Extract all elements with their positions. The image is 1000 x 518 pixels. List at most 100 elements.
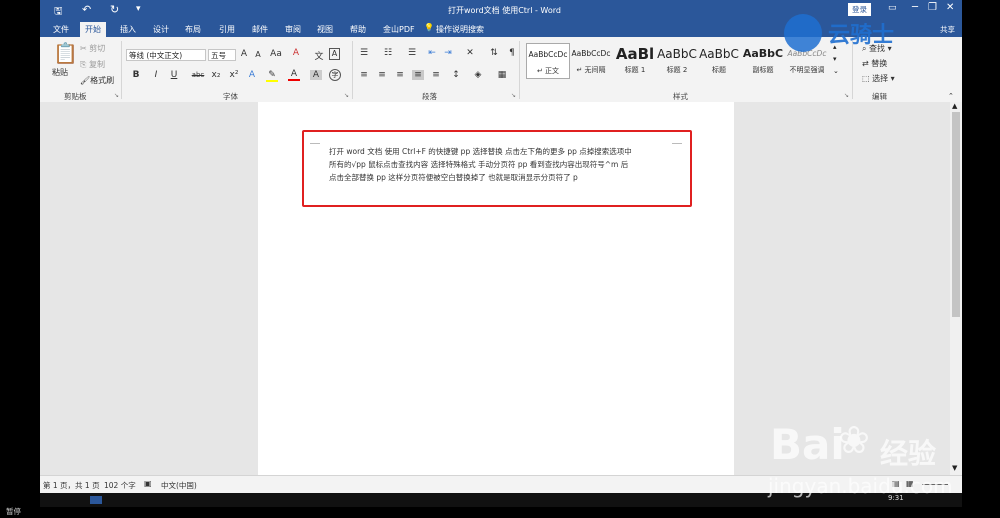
phonetic-guide-icon[interactable]: 文 (313, 49, 325, 62)
text-effects-icon[interactable]: A (246, 70, 258, 80)
scroll-thumb[interactable] (952, 112, 960, 317)
multilevel-list-icon[interactable]: ☰ (406, 48, 418, 58)
grow-font-icon[interactable]: A (238, 49, 250, 59)
chinese-layout-icon[interactable]: ✕ (464, 48, 476, 58)
language[interactable]: 中文(中国) (161, 480, 197, 491)
select-icon: ⬚ (862, 74, 870, 83)
clear-format-icon[interactable]: A (290, 48, 302, 58)
pause-label[interactable]: 暂停 (6, 506, 21, 517)
tab-home[interactable]: 开始 (80, 22, 106, 37)
font-size-dropdown[interactable]: 五号 (208, 49, 236, 61)
change-case-icon[interactable]: Aa (268, 49, 284, 59)
italic-button[interactable]: I (150, 70, 162, 80)
numbering-icon[interactable]: ☷ (382, 48, 394, 58)
tell-me-search[interactable]: 操作说明搜索 (436, 24, 484, 35)
cut-button[interactable]: ✂ 剪切 (80, 43, 105, 54)
word-count[interactable]: 102 个字 (104, 480, 136, 491)
style-name: 标题 1 (624, 66, 646, 74)
underline-button[interactable]: U (168, 70, 180, 80)
style-heading-1[interactable]: AaBl 标题 1 (614, 43, 656, 77)
separator (352, 41, 353, 99)
login-button[interactable]: 登录 (848, 3, 871, 16)
decrease-indent-icon[interactable]: ⇤ (426, 48, 438, 58)
scroll-down-icon[interactable]: ▼ (952, 464, 957, 472)
shrink-font-icon[interactable]: A (252, 50, 264, 59)
shading-icon[interactable]: ◈ (472, 70, 484, 80)
style-heading-2[interactable]: AaBbC 标题 2 (656, 43, 698, 77)
replace-button[interactable]: ⇄ 替换 (862, 58, 887, 69)
char-shading-icon[interactable]: A (310, 70, 322, 80)
style-no-spacing[interactable]: AaBbCcDc ↵ 无间隔 (570, 43, 612, 77)
taskbar-app-icon[interactable] (90, 496, 102, 504)
collapse-ribbon-icon[interactable]: ⌃ (948, 92, 954, 100)
paste-button[interactable]: 粘贴 (52, 67, 68, 78)
tab-mailings[interactable]: 邮件 (247, 22, 273, 37)
tab-review[interactable]: 审阅 (280, 22, 306, 37)
separator (519, 41, 520, 99)
style-normal[interactable]: AaBbCcDc ↵ 正文 (526, 43, 570, 79)
vertical-scrollbar[interactable]: ▲ ▼ (950, 102, 962, 475)
tab-insert[interactable]: 插入 (115, 22, 141, 37)
paste-icon[interactable]: 📋 (53, 41, 78, 65)
select-button[interactable]: ⬚ 选择 ▾ (862, 73, 895, 84)
tab-layout[interactable]: 布局 (180, 22, 206, 37)
line-spacing-icon[interactable]: ↕ (450, 70, 462, 80)
jingyan-url: jingyan.baidu.com (768, 474, 953, 498)
close-icon[interactable]: ✕ (946, 2, 954, 13)
page-count[interactable]: 第 1 页，共 1 页 (43, 480, 100, 491)
borders-icon[interactable]: ▦ (496, 70, 508, 80)
highlight-icon[interactable]: ✎ (266, 70, 278, 82)
tab-help[interactable]: 帮助 (345, 22, 371, 37)
show-marks-icon[interactable]: ¶ (506, 48, 518, 58)
baidu-logo-text: Bai (770, 420, 845, 469)
styles-more-icon[interactable]: ⌄ (833, 67, 839, 75)
bullets-icon[interactable]: ☰ (358, 48, 370, 58)
tab-file[interactable]: 文件 (48, 22, 74, 37)
distribute-icon[interactable]: ≡ (430, 70, 442, 80)
subscript-button[interactable]: x₂ (210, 70, 222, 80)
paragraph-launcher-icon[interactable]: ↘ (511, 92, 516, 99)
style-title[interactable]: AaBbC 标题 (698, 43, 740, 77)
font-launcher-icon[interactable]: ↘ (344, 92, 349, 99)
clipboard-launcher-icon[interactable]: ↘ (114, 92, 119, 99)
styles-down-icon[interactable]: ▾ (833, 55, 837, 63)
tab-view[interactable]: 视图 (312, 22, 338, 37)
style-name: 标题 (712, 66, 726, 74)
tab-design[interactable]: 设计 (148, 22, 174, 37)
proofing-icon[interactable]: ▣ (144, 479, 152, 488)
redo-icon[interactable]: ↻ (110, 3, 119, 16)
bold-button[interactable]: B (130, 70, 142, 80)
copy-button[interactable]: ⎘ 复制 (80, 59, 105, 70)
restore-icon[interactable]: ❐ (928, 2, 937, 13)
select-label: 选择 (872, 74, 889, 83)
save-icon[interactable]: 🖫 (54, 4, 63, 21)
font-color-icon[interactable]: A (288, 69, 300, 81)
tab-references[interactable]: 引用 (214, 22, 240, 37)
style-subtitle[interactable]: AaBbC 副标题 (742, 43, 784, 77)
clipboard-group-label: 剪贴板 (64, 92, 87, 101)
yunqishi-logo (784, 14, 822, 52)
format-painter-button[interactable]: 🖌格式刷 (80, 75, 114, 86)
styles-launcher-icon[interactable]: ↘ (844, 92, 849, 99)
align-center-icon[interactable]: ≡ (376, 70, 388, 80)
justify-icon[interactable]: ≡ (412, 70, 424, 80)
tab-kingsoft-pdf[interactable]: 金山PDF (378, 22, 420, 37)
ribbon-display-icon[interactable]: ▭ (888, 3, 897, 13)
share-button[interactable]: 共享 (940, 24, 955, 35)
minimize-icon[interactable]: ─ (912, 2, 918, 13)
highlight-box (302, 130, 692, 207)
char-border-icon[interactable]: A (329, 48, 340, 60)
superscript-button[interactable]: x² (228, 70, 240, 80)
align-left-icon[interactable]: ≡ (358, 70, 370, 80)
enclose-char-icon[interactable]: 字 (329, 69, 341, 81)
replace-icon: ⇄ (862, 59, 869, 68)
scroll-up-icon[interactable]: ▲ (952, 102, 957, 110)
customize-qat-icon[interactable]: ▾ (136, 4, 141, 14)
undo-icon[interactable]: ↶ (82, 3, 91, 16)
sort-icon[interactable]: ⇅ (488, 48, 500, 58)
font-name-dropdown[interactable]: 等线 (中文正文) (126, 49, 206, 61)
strikethrough-button[interactable]: abc (190, 71, 206, 79)
increase-indent-icon[interactable]: ⇥ (442, 48, 454, 58)
align-right-icon[interactable]: ≡ (394, 70, 406, 80)
ribbon: 📋 粘贴 ✂ 剪切 ⎘ 复制 🖌格式刷 剪贴板 ↘ 等线 (中文正文) 五号 A… (40, 37, 962, 103)
